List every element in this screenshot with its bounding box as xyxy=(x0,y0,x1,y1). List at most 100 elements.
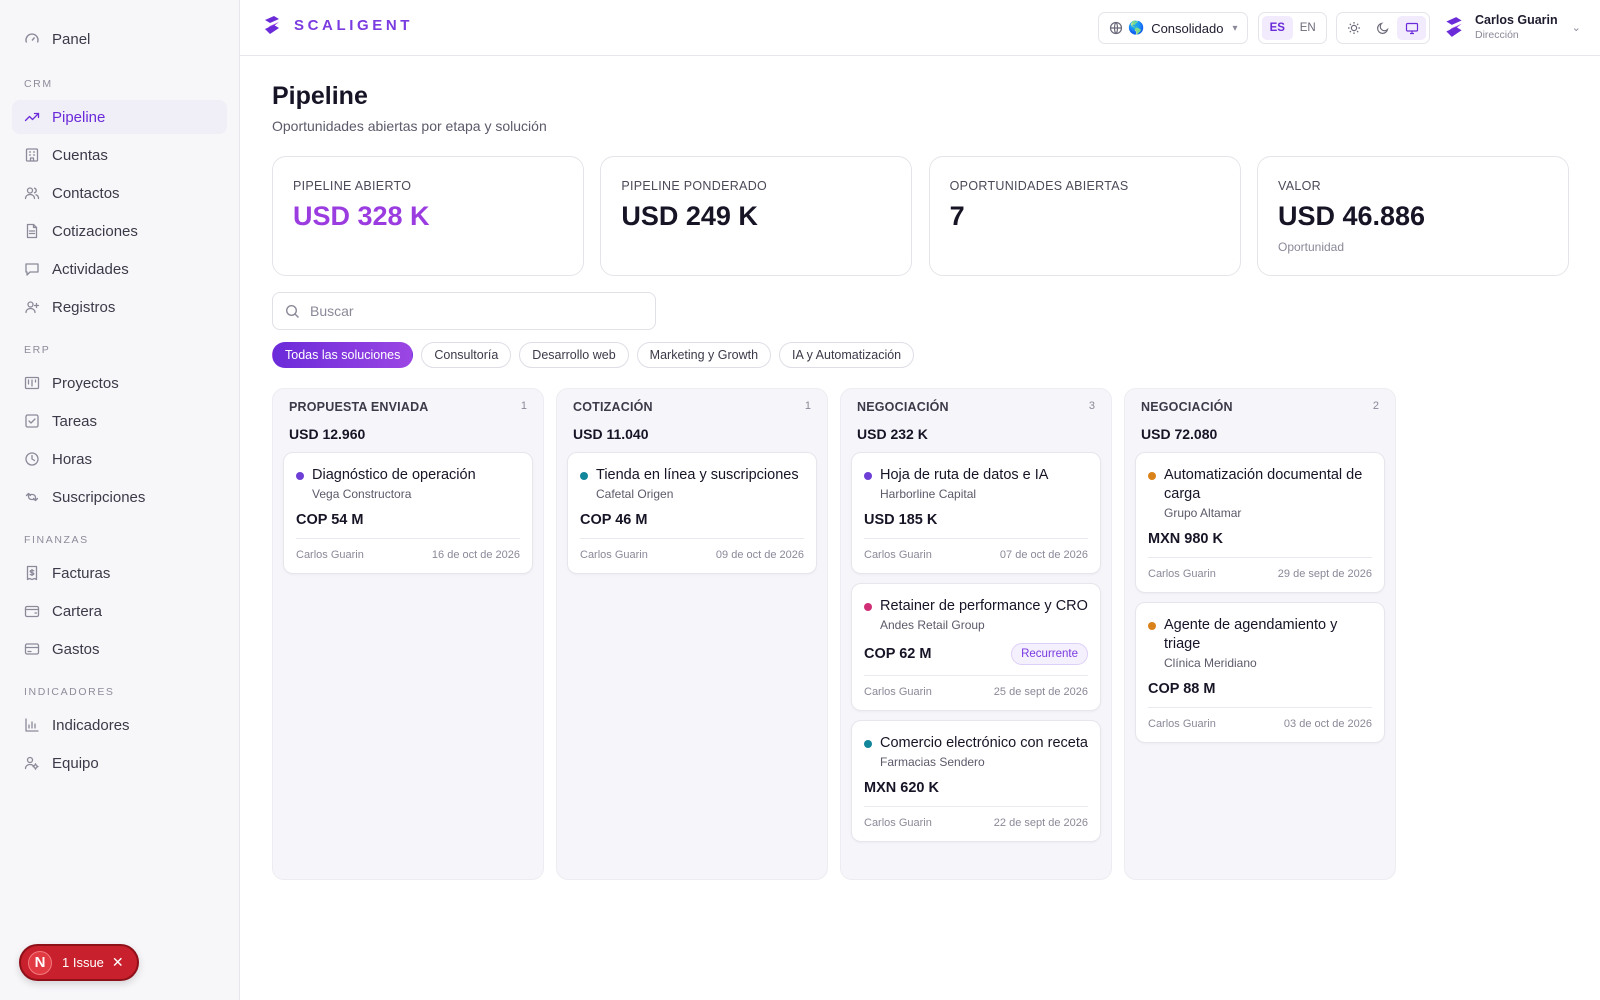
team-icon xyxy=(24,755,40,771)
invoice-icon xyxy=(24,565,40,581)
filter-chip[interactable]: Consultoría xyxy=(421,342,512,368)
sidebar-item-pipeline[interactable]: Pipeline xyxy=(12,100,227,134)
card-amount: COP 62 M xyxy=(864,646,932,662)
brand-name: SCALIGENT xyxy=(294,16,414,34)
kpi-card: PIPELINE ABIERTO USD 328 K xyxy=(272,156,584,276)
sidebar-item-cuentas[interactable]: Cuentas xyxy=(12,138,227,172)
search-box[interactable] xyxy=(272,292,656,330)
card-title: Automatización documental de carga xyxy=(1148,466,1372,504)
filter-chip[interactable]: IA y Automatización xyxy=(779,342,915,368)
column-name: COTIZACIÓN xyxy=(573,400,653,414)
pipeline-board: PROPUESTA ENVIADA 1 USD 12.960 Diagnóstico … xyxy=(272,388,1408,880)
user-menu[interactable]: Carlos Guarin Dirección ⌄ xyxy=(1443,13,1581,41)
user-plus-icon xyxy=(24,299,40,315)
entity-selector[interactable]: 🌎 Consolidado ▾ xyxy=(1098,12,1248,44)
sun-icon[interactable] xyxy=(1340,16,1369,40)
column-header: COTIZACIÓN 1 xyxy=(567,400,817,414)
column-count: 1 xyxy=(520,400,527,412)
lang-es[interactable]: ES xyxy=(1262,16,1293,40)
sidebar-item-actividades[interactable]: Actividades xyxy=(12,252,227,286)
card-amount: COP 88 M xyxy=(1148,681,1216,697)
card-amount-row: COP 88 M xyxy=(1148,681,1372,708)
solution-filters: Todas las soluciones Consultoría Desarroll… xyxy=(272,342,922,368)
filter-chip[interactable]: Desarrollo web xyxy=(519,342,629,368)
column-count: 3 xyxy=(1088,400,1095,412)
card-title-text: Diagnóstico de operación xyxy=(312,467,476,483)
card-footer: Carlos Guarin 16 de oct de 2026 xyxy=(296,549,520,561)
user-info: Carlos Guarin Dirección xyxy=(1475,13,1558,41)
card-date: 22 de sept de 2026 xyxy=(993,817,1088,829)
sidebar-section-title: INDICADORES xyxy=(24,686,115,698)
column-header: NEGOCIACIÓN 2 xyxy=(1135,400,1385,414)
sidebar-item-label: Gastos xyxy=(52,640,100,658)
close-icon[interactable]: ✕ xyxy=(112,954,124,971)
kpi-value: 7 xyxy=(949,201,965,231)
card-date: 29 de sept de 2026 xyxy=(1277,568,1372,580)
card-client: Farmacias Sendero xyxy=(880,755,985,769)
sidebar-item-registros[interactable]: Registros xyxy=(12,290,227,324)
user-name: Carlos Guarin xyxy=(1475,13,1558,27)
card-amount-row: USD 185 K xyxy=(864,512,1088,539)
search-icon xyxy=(285,304,300,319)
filter-chip[interactable]: Marketing y Growth xyxy=(636,342,772,368)
opportunity-card[interactable]: Comercio electrónico con receta Farmacias… xyxy=(851,720,1101,842)
opportunity-card[interactable]: Automatización documental de carga Grupo … xyxy=(1135,452,1385,593)
sidebar-item-indicadores[interactable]: Indicadores xyxy=(12,708,227,742)
card-owner: Carlos Guarin xyxy=(1148,718,1216,730)
filter-chip[interactable]: Todas las soluciones xyxy=(272,342,414,368)
chat-icon xyxy=(24,261,40,277)
sidebar-item-gastos[interactable]: Gastos xyxy=(12,632,227,666)
opportunity-card[interactable]: Retainer de performance y CRO Andes Retai… xyxy=(851,583,1101,711)
pipeline-column: NEGOCIACIÓN 3 USD 232 K Hoja de ruta de dat… xyxy=(840,388,1112,880)
gauge-icon xyxy=(24,31,40,47)
column-name: NEGOCIACIÓN xyxy=(857,400,949,414)
entity-selector-value: Consolidado xyxy=(1151,20,1224,36)
monitor-icon[interactable] xyxy=(1397,16,1427,40)
sidebar-item-proyectos[interactable]: Proyectos xyxy=(12,366,227,400)
card-title: Diagnóstico de operación xyxy=(296,466,520,485)
kpi-label: PIPELINE PONDERADO xyxy=(621,179,768,193)
sidebar-item-label: Equipo xyxy=(52,754,99,772)
clock-icon xyxy=(24,451,40,467)
language-switch: ES EN xyxy=(1258,12,1327,44)
solution-dot xyxy=(1148,622,1156,630)
sidebar-item-cotizaciones[interactable]: Cotizaciones xyxy=(12,214,227,248)
card-client: Cafetal Origen xyxy=(596,487,674,501)
sidebar-item-label: Cartera xyxy=(52,602,103,620)
sidebar-item-cartera[interactable]: Cartera xyxy=(12,594,227,628)
card-amount: USD 185 K xyxy=(864,512,938,528)
sidebar-item-tareas[interactable]: Tareas xyxy=(12,404,227,438)
sidebar-item-equipo[interactable]: Equipo xyxy=(12,746,227,780)
card-client: Vega Constructora xyxy=(312,487,412,501)
opportunity-card[interactable]: Tienda en línea y suscripciones Cafetal O… xyxy=(567,452,817,574)
kanban-icon xyxy=(24,375,40,391)
building-icon xyxy=(24,147,40,163)
kpi-label: OPORTUNIDADES ABIERTAS xyxy=(949,179,1129,193)
search-input[interactable] xyxy=(310,303,640,319)
card-client: Harborline Capital xyxy=(880,487,977,501)
sidebar-item-horas[interactable]: Horas xyxy=(12,442,227,476)
opportunity-card[interactable]: Hoja de ruta de datos e IA Harborline Cap… xyxy=(851,452,1101,574)
sidebar-item-facturas[interactable]: Facturas xyxy=(12,556,227,590)
kpi-card: OPORTUNIDADES ABIERTAS 7 xyxy=(928,156,1241,276)
card-title-text: Agente de agendamiento y triage xyxy=(1164,617,1338,652)
kpi-label: VALOR xyxy=(1277,179,1321,193)
lang-en[interactable]: EN xyxy=(1293,16,1324,40)
issue-badge[interactable]: N 1 Issue ✕ xyxy=(19,944,139,981)
wallet-icon xyxy=(24,603,40,619)
moon-icon[interactable] xyxy=(1369,16,1398,40)
sidebar-item-contactos[interactable]: Contactos xyxy=(12,176,227,210)
brand[interactable]: SCALIGENT xyxy=(262,14,413,36)
sidebar-item-panel[interactable]: Panel xyxy=(12,22,227,56)
card-title-text: Hoja de ruta de datos e IA xyxy=(880,467,1049,483)
sidebar-item-label: Registros xyxy=(52,298,116,316)
column-total: USD 72.080 xyxy=(1141,426,1218,442)
bar-chart-icon xyxy=(24,717,40,733)
sidebar-item-suscripciones[interactable]: Suscripciones xyxy=(12,480,227,514)
trend-icon xyxy=(24,109,40,125)
card-owner: Carlos Guarin xyxy=(864,817,932,829)
kpi-card: PIPELINE PONDERADO USD 249 K xyxy=(600,156,913,276)
card-date: 03 de oct de 2026 xyxy=(1283,718,1372,730)
opportunity-card[interactable]: Diagnóstico de operación Vega Constructor… xyxy=(283,452,533,574)
opportunity-card[interactable]: Agente de agendamiento y triage Clínica M… xyxy=(1135,602,1385,743)
